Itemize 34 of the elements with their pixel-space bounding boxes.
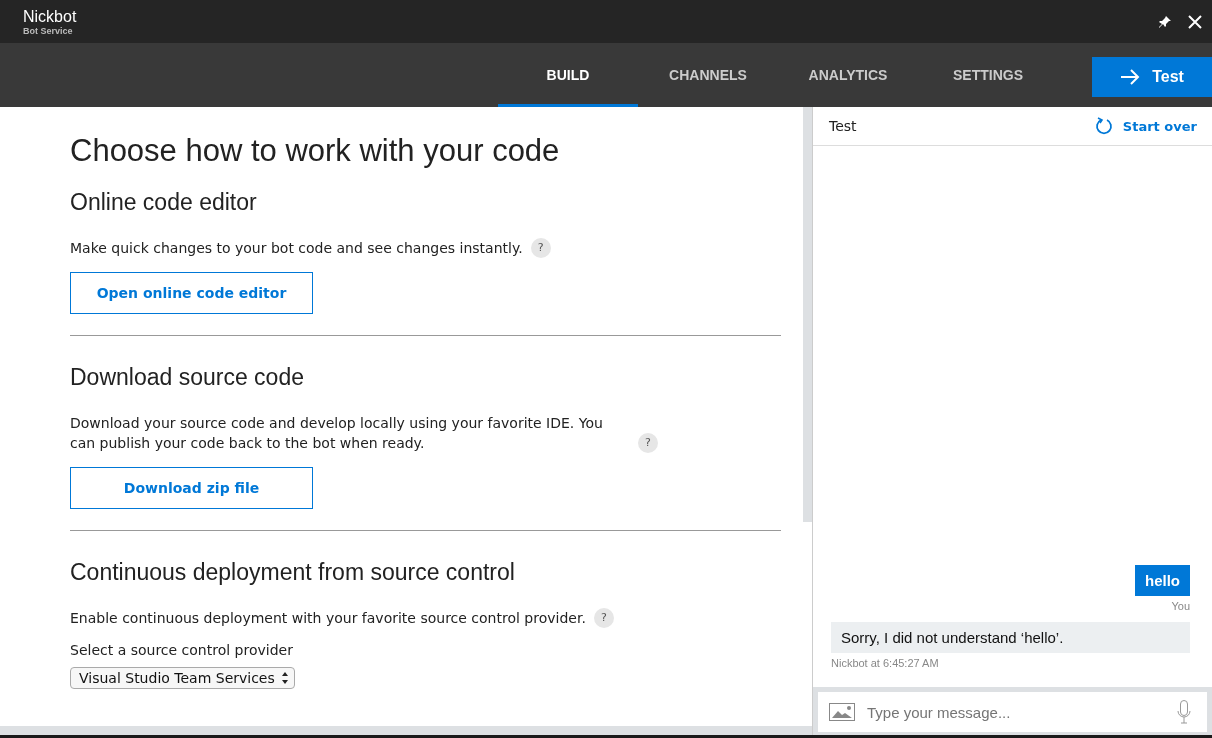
message-composer[interactable]: Type your message... bbox=[818, 692, 1207, 732]
field-label: Select a source control provider bbox=[70, 642, 294, 658]
test-button[interactable]: Test bbox=[1092, 57, 1212, 97]
action-button[interactable]: Download zip file bbox=[70, 467, 313, 509]
message-meta: Nickbot at 6:45:27 AM bbox=[831, 657, 940, 669]
start-over-link[interactable]: Start over bbox=[1094, 117, 1197, 135]
window-title: Nickbot bbox=[23, 7, 77, 26]
up-down-arrows-icon bbox=[280, 671, 289, 685]
description-text: Download your source code and develop locally using your favorite IDE. You can publish your code back to the bot when ready. bbox=[70, 414, 604, 453]
nav-tab[interactable]: SETTINGS bbox=[918, 43, 1058, 107]
description-text: Make quick changes to your bot code and see changes instantly. bbox=[70, 239, 523, 258]
help-icon[interactable]: ? bbox=[530, 238, 551, 258]
bot-message: Sorry, I did not understand ‘hello’. bbox=[831, 622, 1190, 653]
help-icon[interactable]: ? bbox=[638, 433, 658, 453]
help-icon[interactable]: ? bbox=[593, 608, 614, 628]
image-icon[interactable] bbox=[829, 703, 855, 721]
page-heading: Choose how to work with your code bbox=[70, 133, 561, 169]
message-meta: You bbox=[1171, 600, 1190, 612]
action-button[interactable]: Open online code editor bbox=[70, 272, 313, 314]
section-heading: Continuous deployment from source control bbox=[70, 559, 516, 586]
refresh-icon bbox=[1094, 117, 1113, 135]
nav-tab[interactable]: ANALYTICS bbox=[778, 43, 918, 107]
chat-title: Test bbox=[829, 118, 857, 134]
arrow-icon bbox=[1120, 69, 1141, 85]
description-text: Enable continuous deployment with your favorite source control provider. bbox=[70, 609, 586, 628]
section-heading: Download source code bbox=[70, 364, 305, 391]
nav-tab[interactable]: CHANNELS bbox=[638, 43, 778, 107]
microphone-icon[interactable] bbox=[1177, 700, 1191, 724]
pin-icon[interactable] bbox=[1158, 14, 1172, 29]
window-subtitle: Bot Service bbox=[23, 25, 74, 36]
provider-dropdown[interactable]: Visual Studio Team Services bbox=[70, 667, 295, 689]
user-message: hello bbox=[1135, 565, 1190, 596]
section-heading: Online code editor bbox=[70, 189, 258, 216]
close-icon[interactable] bbox=[1188, 14, 1202, 29]
